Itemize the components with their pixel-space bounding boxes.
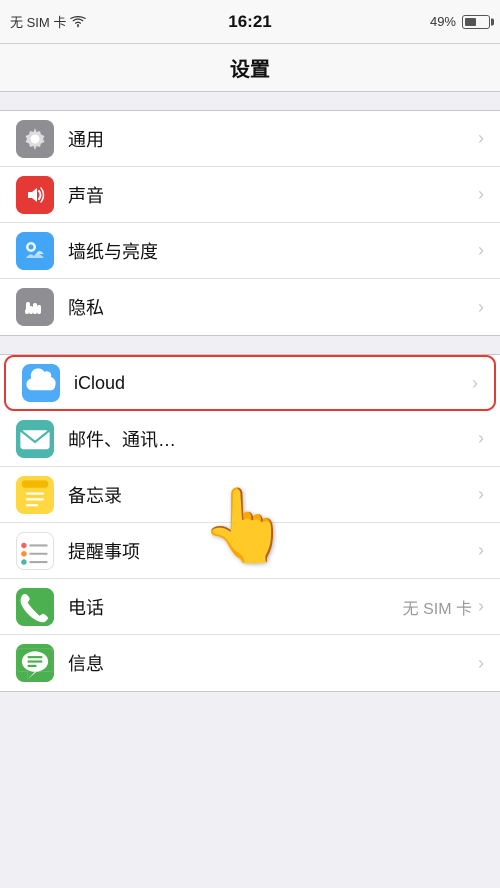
carrier-wifi: 无 SIM 卡 (10, 12, 86, 31)
settings-item-reminders[interactable]: 提醒事项 › (0, 523, 500, 579)
settings-group-1: 通用 › 声音 › 墙纸与亮度 › (0, 110, 500, 336)
reminders-label: 提醒事项 (68, 538, 478, 564)
wallpaper-icon (16, 232, 54, 270)
wallpaper-svg (22, 238, 48, 264)
notes-icon (16, 476, 54, 514)
wallpaper-chevron: › (478, 240, 484, 261)
battery-icon (462, 15, 490, 29)
settings-group-2: iCloud › 邮件、通讯… › 备忘录 › (0, 354, 500, 692)
section-gap-2 (0, 336, 500, 354)
settings-item-mail[interactable]: 邮件、通讯… › (0, 411, 500, 467)
settings-item-privacy[interactable]: 隐私 › (0, 279, 500, 335)
page-title: 设置 (230, 53, 270, 82)
settings-item-notes[interactable]: 备忘录 › (0, 467, 500, 523)
wallpaper-label: 墙纸与亮度 (68, 238, 478, 264)
wifi-icon (70, 16, 86, 28)
sound-label: 声音 (68, 182, 478, 208)
settings-item-messages[interactable]: 信息 › (0, 635, 500, 691)
reminders-icon (16, 532, 54, 570)
icloud-icon (22, 364, 60, 402)
general-chevron: › (478, 128, 484, 149)
status-time: 16:21 (228, 12, 271, 32)
mail-chevron: › (478, 428, 484, 449)
sound-svg (22, 182, 48, 208)
notes-svg (16, 476, 54, 514)
settings-item-phone[interactable]: 电话 无 SIM 卡 › (0, 579, 500, 635)
privacy-hand-svg (22, 294, 48, 320)
phone-icon (16, 588, 54, 626)
reminders-chevron: › (478, 540, 484, 561)
privacy-icon (16, 288, 54, 326)
general-icon (16, 120, 54, 158)
mail-icon (16, 420, 54, 458)
privacy-label: 隐私 (68, 294, 478, 320)
settings-item-general[interactable]: 通用 › (0, 111, 500, 167)
messages-label: 信息 (68, 650, 478, 676)
mail-label: 邮件、通讯… (68, 426, 478, 452)
page-title-bar: 设置 (0, 44, 500, 92)
icloud-label: iCloud (74, 373, 472, 394)
icloud-chevron: › (472, 373, 478, 394)
messages-icon (16, 644, 54, 682)
section-gap-1 (0, 92, 500, 110)
gear-svg (22, 126, 48, 152)
notes-chevron: › (478, 484, 484, 505)
messages-chevron: › (478, 653, 484, 674)
notes-label: 备忘录 (68, 482, 478, 508)
phone-svg (16, 588, 54, 626)
general-label: 通用 (68, 126, 478, 152)
settings-item-wallpaper[interactable]: 墙纸与亮度 › (0, 223, 500, 279)
carrier-text: 无 SIM 卡 (10, 12, 66, 31)
battery-percent: 49% (430, 14, 456, 29)
mail-svg (16, 420, 54, 458)
icloud-svg (22, 364, 60, 402)
sound-chevron: › (478, 184, 484, 205)
messages-svg (16, 644, 54, 682)
phone-label: 电话 (68, 594, 403, 620)
phone-chevron: › (478, 596, 484, 617)
battery-area: 49% (430, 14, 490, 29)
settings-item-sound[interactable]: 声音 › (0, 167, 500, 223)
phone-sublabel: 无 SIM 卡 (403, 595, 472, 619)
settings-item-icloud[interactable]: iCloud › (4, 355, 496, 411)
battery-fill (465, 18, 476, 26)
status-bar: 无 SIM 卡 16:21 49% (0, 0, 500, 44)
sound-icon (16, 176, 54, 214)
privacy-chevron: › (478, 297, 484, 318)
reminders-svg (17, 533, 53, 569)
